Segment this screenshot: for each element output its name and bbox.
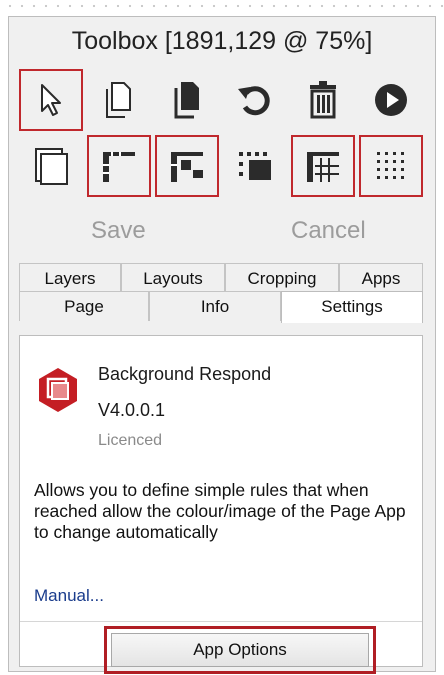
app-version: V4.0.0.1 xyxy=(98,400,166,420)
cancel-button[interactable]: Cancel xyxy=(291,217,366,245)
ruler-dots xyxy=(0,0,444,12)
copy-page-icon xyxy=(102,80,136,120)
play-icon xyxy=(373,82,409,118)
toolbox-window: Toolbox [1891,129 @ 75%] Save Cancel Lay… xyxy=(8,16,436,674)
page-frame-button[interactable] xyxy=(19,135,83,197)
paste-page-button[interactable] xyxy=(155,69,219,131)
layout-table-icon xyxy=(303,146,343,186)
undo-rotate-icon xyxy=(236,81,274,119)
tab-row-bottom: Page Info Settings xyxy=(19,291,423,323)
dotted-layout-icon xyxy=(235,146,275,186)
app-options-button[interactable]: App Options xyxy=(111,633,369,667)
pointer-arrow-icon xyxy=(34,81,68,119)
dot-grid-button[interactable] xyxy=(359,135,423,197)
layout-table-button[interactable] xyxy=(291,135,355,197)
layout-grid-small-icon xyxy=(167,146,207,186)
tab-apps[interactable]: Apps xyxy=(339,263,423,293)
undo-button[interactable] xyxy=(223,69,287,131)
layout-corner-button[interactable] xyxy=(87,135,151,197)
manual-link[interactable]: Manual... xyxy=(34,586,104,606)
tab-settings[interactable]: Settings xyxy=(281,291,423,323)
app-description: Allows you to define simple rules that w… xyxy=(34,480,406,542)
save-button[interactable]: Save xyxy=(91,217,146,245)
settings-panel: Background Respond V4.0.0.1 Licenced All… xyxy=(19,335,423,674)
tab-page[interactable]: Page xyxy=(19,291,149,321)
copy-page-button[interactable] xyxy=(87,69,151,131)
paste-page-icon xyxy=(170,80,204,120)
app-name: Background Respond xyxy=(98,364,272,384)
layout-corner-icon xyxy=(99,146,139,186)
tab-layouts[interactable]: Layouts xyxy=(121,263,225,293)
divider xyxy=(20,621,422,622)
app-options-highlight: App Options xyxy=(104,626,376,674)
page-frame-icon xyxy=(33,146,69,186)
toolbox-title: Toolbox [1891,129 @ 75%] xyxy=(71,27,373,55)
dot-grid-icon xyxy=(371,146,411,186)
play-button[interactable] xyxy=(359,69,423,131)
tab-info[interactable]: Info xyxy=(149,291,281,321)
trash-icon xyxy=(307,80,339,120)
app-hexagon-icon xyxy=(36,366,80,419)
pointer-tool-button[interactable] xyxy=(19,69,83,131)
delete-button[interactable] xyxy=(291,69,355,131)
tab-cropping[interactable]: Cropping xyxy=(225,263,339,293)
tab-layers[interactable]: Layers xyxy=(19,263,121,293)
dotted-layout-button[interactable] xyxy=(223,135,287,197)
tab-row-top: Layers Layouts Cropping Apps xyxy=(19,263,423,293)
layout-grid-small-button[interactable] xyxy=(155,135,219,197)
app-license-status: Licenced xyxy=(98,432,163,449)
